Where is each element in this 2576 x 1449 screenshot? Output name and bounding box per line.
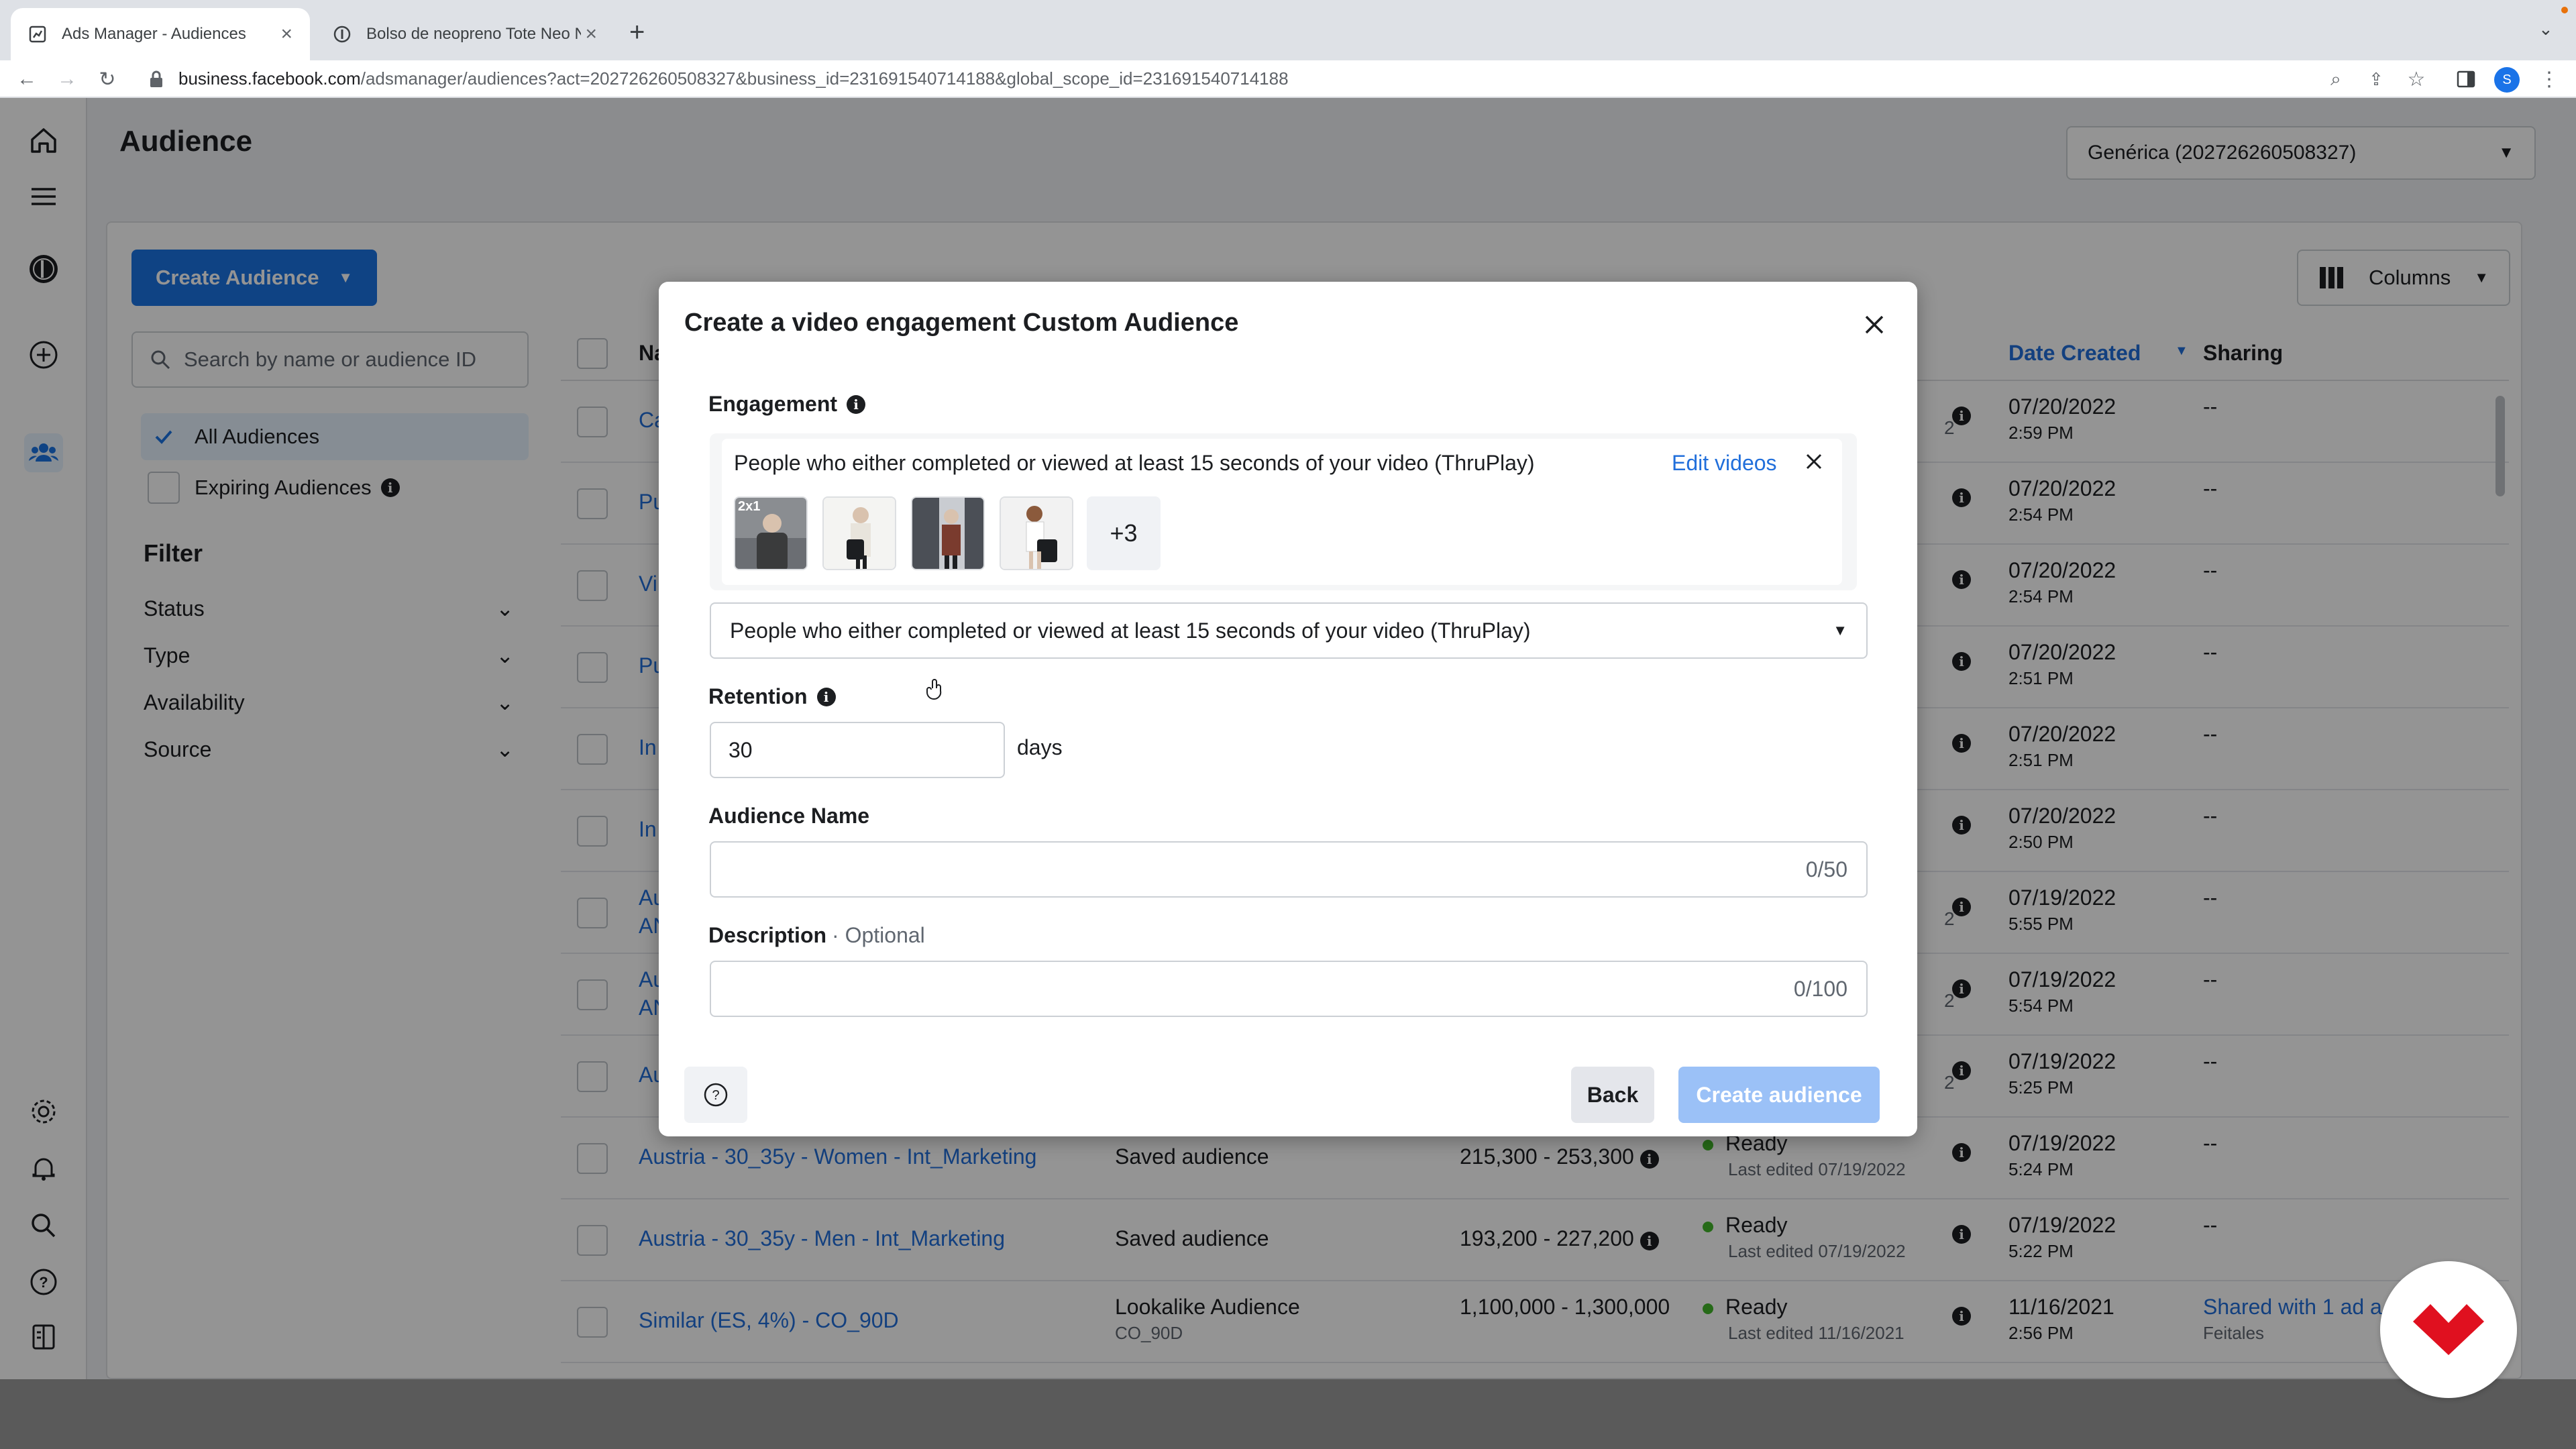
info-icon[interactable]: i	[816, 687, 836, 706]
retention-label-text: Retention	[708, 684, 808, 708]
url-path: /adsmanager/audiences?act=20272626050832…	[360, 68, 1289, 89]
tab-list-chevron-icon[interactable]: ⌄	[2538, 19, 2553, 40]
description-char-counter: 0/100	[1793, 976, 1847, 1001]
engagement-select-value: People who either completed or viewed at…	[730, 618, 1531, 643]
ads-manager-favicon-icon	[28, 25, 47, 44]
browser-tab-bar: Ads Manager - Audiences × Bolso de neopr…	[0, 0, 2576, 60]
back-arrow-icon[interactable]: ←	[13, 66, 40, 93]
browser-tab-bolso[interactable]: Bolso de neopreno Tote Neo N ×	[315, 8, 614, 60]
edit-videos-link[interactable]: Edit videos	[1672, 451, 1777, 476]
help-icon: ?	[704, 1083, 728, 1107]
site-favicon-icon	[333, 25, 352, 44]
audience-name-input[interactable]: 0/50	[710, 841, 1868, 898]
close-tab-icon[interactable]: ×	[280, 23, 292, 46]
help-button[interactable]: ?	[684, 1067, 747, 1123]
mouse-cursor-icon	[926, 678, 946, 706]
engagement-label: Engagement i	[708, 392, 866, 417]
url-domain: business.facebook.com	[178, 68, 361, 89]
side-panel-icon[interactable]	[2453, 66, 2479, 93]
retention-label: Retention i	[708, 684, 836, 709]
bottom-strip	[0, 1379, 2576, 1449]
engagement-type-select[interactable]: People who either completed or viewed at…	[710, 602, 1868, 659]
remove-engagement-close-icon[interactable]	[1799, 447, 1829, 476]
video-thumbnail	[1000, 496, 1073, 570]
browser-toolbar: ← → ↻ business.facebook.com/adsmanager/a…	[0, 60, 2576, 98]
forward-arrow-icon[interactable]: →	[54, 66, 80, 93]
profile-avatar[interactable]: S	[2494, 67, 2520, 93]
close-tab-icon[interactable]: ×	[585, 23, 597, 46]
new-tab-icon[interactable]: +	[629, 17, 645, 48]
thumb-badge: 2x1	[738, 499, 761, 514]
video-thumbnail	[822, 496, 896, 570]
lock-icon	[149, 70, 164, 92]
audience-name-label: Audience Name	[708, 804, 869, 828]
optional-tag: · Optional	[832, 923, 925, 947]
address-bar[interactable]: business.facebook.com/adsmanager/audienc…	[178, 68, 1289, 89]
svg-text:?: ?	[712, 1088, 719, 1103]
retention-unit: days	[1017, 735, 1063, 759]
engagement-description: People who either completed or viewed at…	[734, 451, 1535, 475]
create-audience-submit-button[interactable]: Create audience	[1678, 1067, 1880, 1123]
description-input[interactable]: 0/100	[710, 961, 1868, 1017]
retention-days-input[interactable]: 30	[710, 722, 1005, 778]
heart-logo-icon	[2413, 1304, 2484, 1355]
share-icon[interactable]: ⇪	[2363, 66, 2390, 93]
update-dot	[2561, 7, 2568, 13]
description-label-text: Description	[708, 923, 827, 947]
brand-logo-badge[interactable]	[2380, 1261, 2517, 1398]
video-thumbnail	[911, 496, 985, 570]
reload-icon[interactable]: ↻	[94, 66, 121, 93]
caret-down-icon: ▼	[1833, 622, 1847, 639]
bookmark-star-icon[interactable]: ☆	[2403, 66, 2430, 93]
more-videos-count[interactable]: +3	[1087, 496, 1161, 570]
engagement-label-text: Engagement	[708, 392, 838, 416]
tab-title: Ads Manager - Audiences	[62, 25, 246, 43]
info-icon[interactable]: i	[847, 394, 866, 414]
audience-name-label-text: Audience Name	[708, 804, 870, 828]
back-button[interactable]: Back	[1571, 1067, 1654, 1123]
browser-menu-icon[interactable]: ⋮	[2536, 66, 2563, 93]
tab-title: Bolso de neopreno Tote Neo N	[366, 25, 581, 43]
video-engagement-modal: Create a video engagement Custom Audienc…	[659, 282, 1917, 1136]
close-icon[interactable]	[1856, 306, 1893, 343]
browser-tab-ads-manager[interactable]: Ads Manager - Audiences ×	[11, 8, 310, 60]
modal-title: Create a video engagement Custom Audienc…	[684, 309, 1239, 337]
video-thumbnail: 2x1	[734, 496, 808, 570]
zoom-icon[interactable]: ⌕	[2322, 66, 2349, 93]
name-char-counter: 0/50	[1805, 857, 1847, 881]
description-label: Description · Optional	[708, 923, 925, 948]
